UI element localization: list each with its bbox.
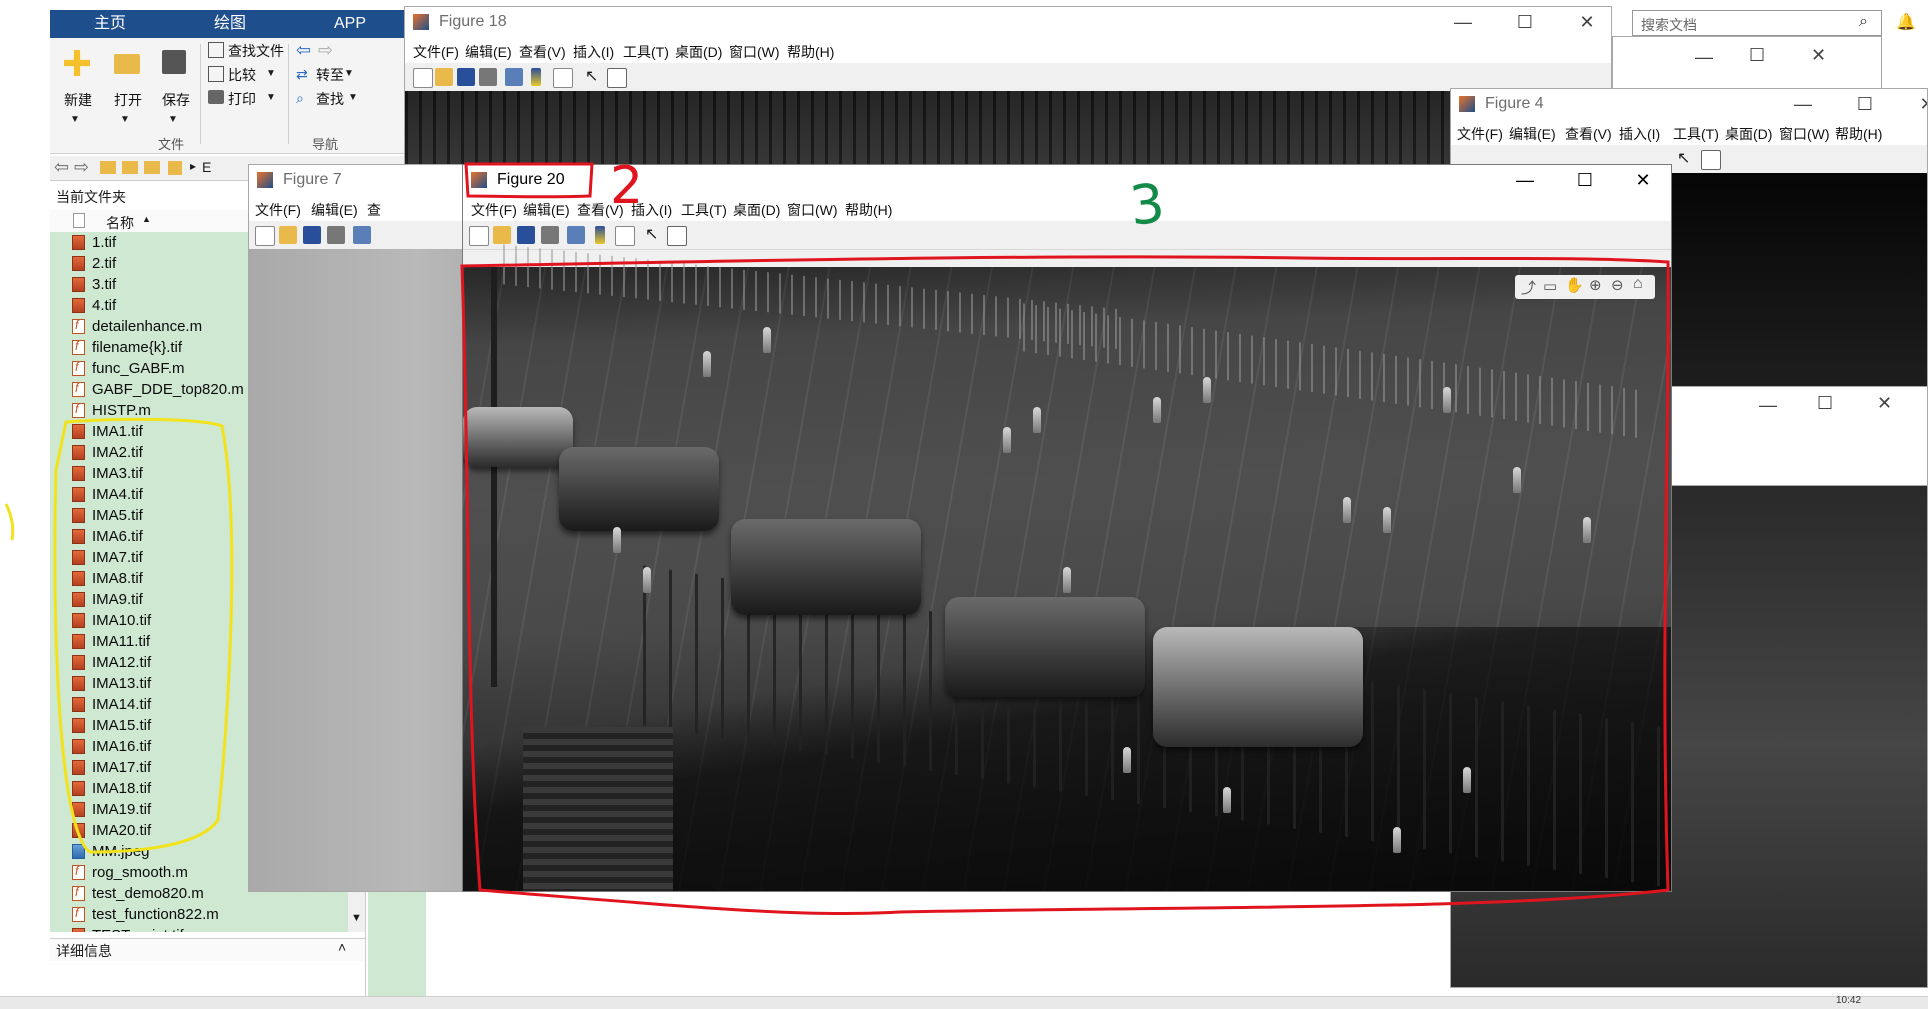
red-outline-image [460,255,1670,916]
taskbar-time: 10:42 [1836,995,1862,1006]
annotation-number-2: 2 [610,156,644,216]
annotation-number-3: 3 [1126,171,1168,238]
red-outline-title [464,162,594,199]
annotation-overlay [4,162,1670,916]
yellow-mark [4,503,15,541]
yellow-outline-files [53,417,234,854]
taskbar: 10:42 [0,995,1928,1009]
